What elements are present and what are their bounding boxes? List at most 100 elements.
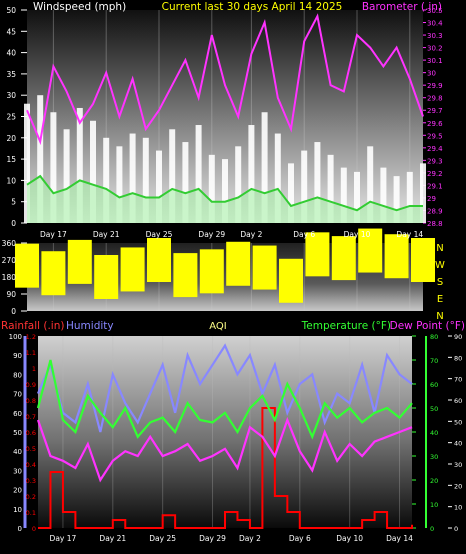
direction-point bbox=[289, 278, 293, 283]
baro-tick-label: 29.9 bbox=[427, 82, 443, 90]
dew-tick-label: 0 bbox=[454, 525, 458, 533]
temp-tick-label: 30 bbox=[430, 453, 438, 461]
y-left-label: Windspeed (mph) bbox=[33, 1, 126, 13]
direction-point bbox=[183, 273, 188, 278]
bot-date-label: Day 2 bbox=[239, 534, 261, 543]
top-date-label: Day 29 bbox=[198, 230, 225, 239]
rain-tick-label: 0.5 bbox=[26, 445, 36, 453]
rain-tick-label: 0.2 bbox=[26, 493, 36, 501]
direction-point bbox=[104, 275, 109, 279]
direction-point bbox=[130, 267, 135, 272]
direction-point bbox=[368, 248, 373, 253]
wind-tick-label: 5 bbox=[11, 198, 16, 207]
humidity-tick-label: 70 bbox=[13, 391, 22, 399]
temp-tick-label: 10 bbox=[430, 501, 438, 509]
top-date-label: Day 2 bbox=[240, 230, 262, 239]
top-date-label: Day 10 bbox=[344, 230, 371, 239]
wind-tick-label: 45 bbox=[6, 27, 16, 36]
baro-tick-label: 29.4 bbox=[427, 145, 443, 153]
humidity-tick-label: 90 bbox=[13, 352, 22, 360]
baro-tick-label: 29.3 bbox=[427, 157, 443, 165]
bot-date-label: Day 10 bbox=[336, 534, 363, 543]
rain-tick-label: 1.2 bbox=[26, 333, 36, 341]
bot-date-label: Day 21 bbox=[99, 534, 126, 543]
wind-tick-label: 35 bbox=[6, 70, 16, 79]
rain-tick-label: 0.7 bbox=[26, 413, 36, 421]
humidity-tick-label: 20 bbox=[13, 487, 22, 495]
direction-tick-label: 90 bbox=[6, 290, 16, 299]
bot-date-label: Day 17 bbox=[50, 534, 77, 543]
dew-tick-label: 50 bbox=[454, 418, 462, 426]
temp-tick-label: 40 bbox=[430, 429, 438, 437]
direction-tick-label: 360 bbox=[2, 239, 17, 248]
rain-tick-label: 0 bbox=[32, 525, 36, 533]
baro-tick-label: 29.7 bbox=[427, 107, 443, 115]
temp-tick-label: 70 bbox=[430, 357, 438, 365]
direction-point bbox=[236, 261, 241, 266]
rain-tick-label: 0.1 bbox=[26, 509, 36, 517]
baro-tick-label: 30.1 bbox=[427, 57, 443, 65]
wind-tick-label: 0 bbox=[11, 219, 16, 228]
bot-date-label: Day 6 bbox=[289, 534, 311, 543]
rain-tick-label: 0.9 bbox=[26, 381, 36, 389]
direction-point bbox=[25, 263, 29, 268]
wind-tick-label: 30 bbox=[6, 91, 16, 100]
compass-label: S bbox=[437, 277, 443, 288]
dew-tick-label: 70 bbox=[454, 376, 462, 384]
compass-label: N bbox=[436, 243, 443, 254]
direction-tick-label: 270 bbox=[2, 256, 17, 265]
direction-point bbox=[341, 256, 346, 261]
dew-tick-label: 30 bbox=[454, 461, 462, 469]
dew-tick-label: 20 bbox=[454, 482, 462, 490]
top-date-label: Day 14 bbox=[396, 230, 423, 239]
wind-tick-label: 40 bbox=[6, 49, 16, 58]
baro-tick-label: 28.9 bbox=[427, 207, 443, 215]
humidity-tick-label: 60 bbox=[13, 410, 22, 418]
wind-tick-label: 20 bbox=[6, 134, 16, 143]
humidity-tick-label: 30 bbox=[13, 467, 22, 475]
direction-point bbox=[315, 252, 320, 257]
temp-tick-label: 80 bbox=[430, 333, 438, 341]
direction-tick-label: 0 bbox=[11, 307, 16, 316]
baro-tick-label: 29 bbox=[427, 195, 436, 203]
baro-tick-label: 30.4 bbox=[427, 20, 443, 28]
top-date-label: Day 25 bbox=[146, 230, 173, 239]
compass-label: E bbox=[437, 294, 443, 305]
baro-tick-label: 29.6 bbox=[427, 120, 443, 128]
direction-point bbox=[157, 258, 161, 262]
bot-date-label: Day 25 bbox=[149, 534, 176, 543]
baro-tick-label: 30.3 bbox=[427, 32, 443, 40]
top-date-label: Day 6 bbox=[293, 230, 315, 239]
bot-date-label: Day 29 bbox=[199, 534, 226, 543]
wind-tick-label: 25 bbox=[6, 113, 16, 122]
baro-tick-label: 29.8 bbox=[427, 95, 443, 103]
humidity-tick-label: 0 bbox=[18, 525, 22, 533]
compass-label: W bbox=[435, 260, 445, 271]
direction-point bbox=[262, 265, 267, 270]
humidity-tick-label: 50 bbox=[13, 429, 22, 437]
wind-tick-label: 10 bbox=[6, 176, 16, 185]
baro-tick-label: 30 bbox=[427, 70, 436, 78]
rain-tick-label: 1 bbox=[32, 365, 36, 373]
direction-point bbox=[421, 258, 425, 262]
wind-tick-label: 50 bbox=[6, 6, 16, 15]
rain-tick-label: 0.4 bbox=[26, 461, 36, 469]
baro-tick-label: 30.2 bbox=[427, 45, 443, 53]
direction-point bbox=[51, 271, 56, 276]
dewpoint-label: Dew Point (°F) bbox=[390, 320, 465, 332]
humidity-tick-label: 40 bbox=[13, 448, 22, 456]
direction-point bbox=[394, 254, 399, 259]
humidity-label: Humidity bbox=[66, 320, 114, 332]
rain-label: Rainfall (.in) bbox=[1, 320, 64, 332]
temp-tick-label: 50 bbox=[430, 405, 438, 413]
temp-tick-label: 60 bbox=[430, 381, 438, 389]
dew-tick-label: 10 bbox=[454, 504, 462, 512]
top-date-label: Day 21 bbox=[93, 230, 120, 239]
panel-bot-bg bbox=[38, 336, 412, 528]
humidity-tick-label: 10 bbox=[13, 506, 22, 514]
dew-tick-label: 60 bbox=[454, 397, 462, 405]
direction-point bbox=[77, 259, 82, 264]
dew-tick-label: 90 bbox=[454, 333, 462, 341]
rain-tick-label: 0.8 bbox=[26, 397, 36, 405]
wind-tick-label: 15 bbox=[6, 155, 16, 164]
